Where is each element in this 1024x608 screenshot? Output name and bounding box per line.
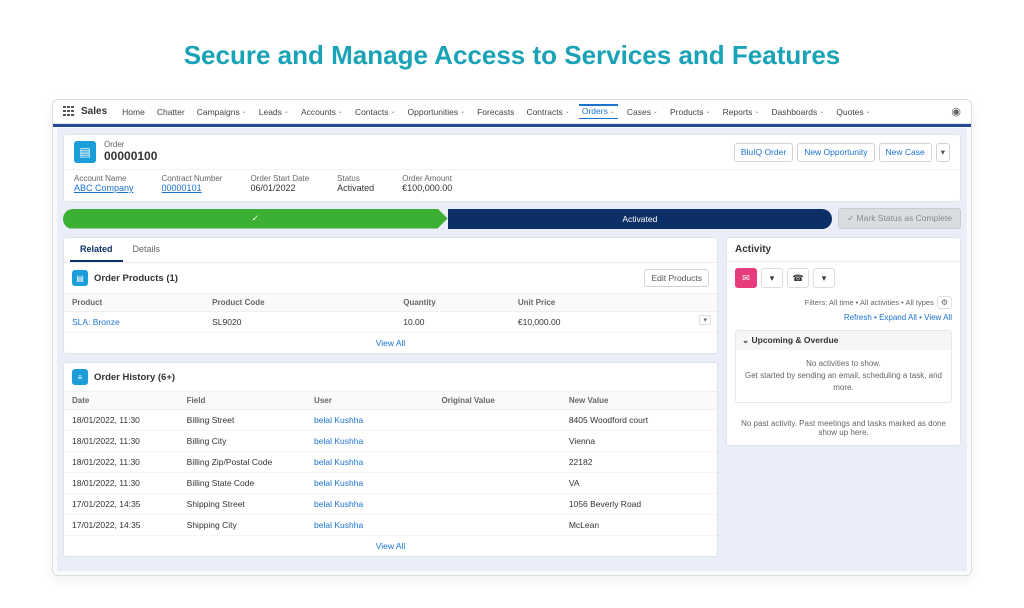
- chevron-down-icon: ⌄: [866, 108, 871, 115]
- nav-leads[interactable]: Leads⌄: [256, 105, 292, 119]
- col-unit-price: Unit Price: [518, 298, 709, 307]
- new-opportunity-button[interactable]: New Opportunity: [797, 143, 874, 162]
- product-link[interactable]: SLA: Bronze: [72, 317, 212, 327]
- chevron-down-icon: ⌄: [390, 108, 395, 115]
- app-name: Sales: [81, 106, 107, 117]
- field-order-start-date: Order Start Date06/01/2022: [250, 174, 309, 193]
- user-link[interactable]: belal Kushha: [314, 457, 441, 467]
- nav-contracts[interactable]: Contracts⌄: [523, 105, 572, 119]
- edit-products-button[interactable]: Edit Products: [644, 269, 709, 287]
- chevron-down-icon: ⌄: [653, 108, 658, 115]
- more-actions-button[interactable]: ▾: [936, 143, 950, 162]
- app-frame: Sales Home Chatter Campaigns⌄ Leads⌄ Acc…: [52, 99, 972, 576]
- field-status: StatusActivated: [337, 174, 374, 193]
- col-original-value: Original Value: [441, 396, 568, 405]
- record-tabs: Related Details: [64, 238, 717, 263]
- nav-opportunities[interactable]: Opportunities⌄: [405, 105, 469, 119]
- page-title: Secure and Manage Access to Services and…: [52, 40, 972, 71]
- order-icon: ▤: [74, 141, 96, 163]
- table-row: 17/01/2022, 14:35Shipping Citybelal Kush…: [64, 515, 717, 536]
- navbar: Sales Home Chatter Campaigns⌄ Leads⌄ Acc…: [53, 100, 971, 124]
- col-date: Date: [72, 396, 187, 405]
- app-launcher-icon[interactable]: [63, 106, 75, 118]
- chevron-down-icon: ⌄: [819, 108, 824, 115]
- user-link[interactable]: belal Kushha: [314, 415, 441, 425]
- tab-details[interactable]: Details: [123, 238, 171, 262]
- col-field: Field: [187, 396, 314, 405]
- activity-title: Activity: [727, 238, 960, 262]
- stage-done[interactable]: ✓: [63, 209, 448, 229]
- activity-links[interactable]: Refresh • Expand All • View All: [727, 311, 960, 330]
- nav-dashboards[interactable]: Dashboards⌄: [768, 105, 827, 119]
- order-products-icon: ▤: [72, 270, 88, 286]
- activity-filter: Filters: All time • All activities • All…: [805, 298, 934, 307]
- view-all-products[interactable]: View All: [64, 333, 717, 353]
- tab-related[interactable]: Related: [70, 238, 123, 262]
- user-link[interactable]: belal Kushha: [314, 520, 441, 530]
- user-link[interactable]: belal Kushha: [314, 436, 441, 446]
- field-contract-number: Contract Number00000101: [162, 174, 223, 193]
- table-row: SLA: Bronze SL9020 10.00 €10,000.00 ▾: [64, 312, 717, 333]
- chevron-down-icon: ⌄: [284, 108, 289, 115]
- record-header: ▤ Order 00000100 BluIQ Order New Opportu…: [63, 134, 961, 202]
- table-row: 18/01/2022, 11:30Billing Citybelal Kushh…: [64, 431, 717, 452]
- view-all-history[interactable]: View All: [64, 536, 717, 556]
- order-history-header: ≡ Order History (6+): [64, 363, 717, 391]
- chevron-down-icon: ⌄: [460, 108, 465, 115]
- nav-campaigns[interactable]: Campaigns⌄: [194, 105, 250, 119]
- nav-forecasts[interactable]: Forecasts: [474, 105, 517, 119]
- chevron-down-icon: ⌄: [706, 108, 711, 115]
- col-quantity: Quantity: [403, 298, 518, 307]
- upcoming-overdue: ⌄ Upcoming & Overdue No activities to sh…: [735, 330, 952, 403]
- nav-contacts[interactable]: Contacts⌄: [352, 105, 399, 119]
- order-products-header: ▤ Order Products (1) Edit Products: [64, 263, 717, 293]
- stage-path: ✓ Activated ✓ Mark Status as Complete: [63, 208, 961, 229]
- bluiq-order-button[interactable]: BluIQ Order: [734, 143, 793, 162]
- task-menu-button[interactable]: ▾: [761, 268, 783, 288]
- stage-current[interactable]: Activated: [448, 209, 833, 229]
- field-order-amount: Order Amount€100,000.00: [402, 174, 452, 193]
- new-task-button[interactable]: ✉: [735, 268, 757, 288]
- nav-quotes[interactable]: Quotes⌄: [833, 105, 873, 119]
- field-account-name: Account NameABC Company: [74, 174, 134, 193]
- col-user: User: [314, 396, 441, 405]
- gear-icon[interactable]: ⚙: [937, 296, 952, 309]
- table-row: 18/01/2022, 11:30Billing State Codebelal…: [64, 473, 717, 494]
- call-menu-button[interactable]: ▾: [813, 268, 835, 288]
- nav-chatter[interactable]: Chatter: [154, 105, 188, 119]
- mark-complete-button[interactable]: ✓ Mark Status as Complete: [838, 208, 961, 229]
- order-history-icon: ≡: [72, 369, 88, 385]
- col-new-value: New Value: [569, 396, 709, 405]
- row-menu-button[interactable]: ▾: [699, 315, 711, 325]
- chevron-down-icon: ⌄: [242, 108, 247, 115]
- table-row: 17/01/2022, 14:35Shipping Streetbelal Ku…: [64, 494, 717, 515]
- user-link[interactable]: belal Kushha: [314, 499, 441, 509]
- col-product: Product: [72, 298, 212, 307]
- nav-accounts[interactable]: Accounts⌄: [298, 105, 346, 119]
- chevron-down-icon: ⌄: [338, 108, 343, 115]
- nav-home[interactable]: Home: [119, 105, 148, 119]
- user-link[interactable]: belal Kushha: [314, 478, 441, 488]
- nav-orders[interactable]: Orders⌄: [579, 104, 618, 119]
- new-case-button[interactable]: New Case: [879, 143, 932, 162]
- col-product-code: Product Code: [212, 298, 403, 307]
- log-call-button[interactable]: ☎: [787, 268, 809, 288]
- chevron-down-icon: ⌄: [610, 108, 615, 115]
- past-activity-msg: No past activity. Past meetings and task…: [727, 411, 960, 445]
- record-number: 00000100: [104, 150, 157, 163]
- table-row: 18/01/2022, 11:30Billing Streetbelal Kus…: [64, 410, 717, 431]
- nav-products[interactable]: Products⌄: [667, 105, 714, 119]
- nav-reports[interactable]: Reports⌄: [720, 105, 763, 119]
- chevron-down-icon: ⌄: [754, 108, 759, 115]
- table-row: 18/01/2022, 11:30Billing Zip/Postal Code…: [64, 452, 717, 473]
- nav-cases[interactable]: Cases⌄: [624, 105, 661, 119]
- help-icon[interactable]: ◉: [951, 105, 961, 118]
- chevron-down-icon: ⌄: [565, 108, 570, 115]
